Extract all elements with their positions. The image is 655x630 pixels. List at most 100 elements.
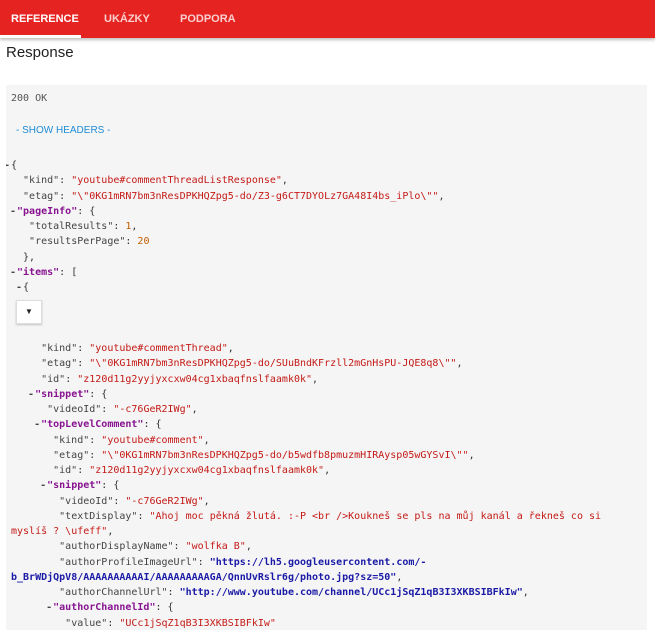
collapse-toggle[interactable]: - (28, 387, 34, 402)
code-line: "authorDisplayName": "wolfka B", (6, 539, 647, 554)
json-string: "youtube#commentThread" (89, 343, 227, 354)
collapse-toggle[interactable]: - (46, 600, 52, 615)
tab-podpora[interactable]: PODPORA (180, 0, 236, 38)
code-line-content: myslíš ? \ufeff", (11, 524, 113, 539)
code-line-content: "authorProfileImageUrl": "https://lh5.go… (59, 555, 426, 570)
status-code: 200 OK (11, 93, 47, 104)
code-line: -{ (6, 280, 647, 295)
code-line-content: "authorChannelId": { (53, 600, 173, 615)
json-key: "resultsPerPage" (29, 236, 125, 247)
code-line: "totalResults": 1, (6, 219, 647, 234)
json-punct: , (469, 450, 475, 461)
json-punct: , (131, 221, 137, 232)
json-punct: , (396, 572, 402, 583)
code-line: -"authorChannelId": { (6, 600, 647, 615)
json-key: "videoId" (59, 496, 113, 507)
json-string: "\"0KG1mRN7bm3nResDPKHQZpg5-do/SUuBndKFr… (89, 358, 456, 369)
code-line: myslíš ? \ufeff", (6, 524, 647, 539)
json-punct: : { (89, 389, 107, 400)
json-url-link[interactable]: b_BrWDjQpV8/AAAAAAAAAAI/AAAAAAAAAGA/QnnU… (11, 572, 396, 583)
collapse-toggle[interactable]: - (10, 265, 16, 280)
json-number: 20 (137, 236, 149, 247)
code-line: -"snippet": { (6, 387, 647, 402)
code-line-content: }, (23, 250, 35, 265)
json-punct: : { (155, 602, 173, 613)
json-string: "z120d11g2yyjyxcxw04cg1xbaqfnslfaamk0k" (77, 374, 312, 385)
json-url-link[interactable]: "http://www.youtube.com/channel/UCc1jSqZ… (180, 587, 523, 598)
json-punct: : (65, 374, 77, 385)
collapse-toggle[interactable]: - (34, 417, 40, 432)
json-punct: { (11, 160, 17, 171)
code-line-content: "id": "z120d11g2yyjyxcxw04cg1xbaqfnslfaa… (41, 372, 318, 387)
json-punct: , (204, 435, 210, 446)
code-line-content: "topLevelComment": { (41, 417, 161, 432)
json-key: "pageInfo" (17, 206, 77, 217)
json-punct: : (174, 541, 186, 552)
show-headers-link[interactable]: - SHOW HEADERS - (16, 125, 110, 136)
code-line: "id": "z120d11g2yyjyxcxw04cg1xbaqfnslfaa… (6, 372, 647, 387)
json-key: "authorChannelUrl" (59, 587, 167, 598)
code-line: "etag": "\"0KG1mRN7bm3nResDPKHQZpg5-do/b… (6, 448, 647, 463)
collapse-toggle[interactable]: - (16, 280, 22, 295)
code-line: -"pageInfo": { (6, 204, 647, 219)
code-line: -"items": [ (6, 265, 647, 280)
code-line-content: "etag": "\"0KG1mRN7bm3nResDPKHQZpg5-do/Z… (23, 189, 444, 204)
json-url-link[interactable]: "https://lh5.googleusercontent.com/- (210, 557, 427, 568)
json-string: "Ahoj moc pěkná žlutá. :-P <br />Koukneš… (149, 511, 601, 522)
tab-reference[interactable]: REFERENCE (11, 0, 79, 38)
json-punct: : (89, 450, 101, 461)
json-key: "etag" (53, 450, 89, 461)
active-tab-indicator (0, 35, 81, 38)
json-punct: , (324, 465, 330, 476)
code-line: "kind": "youtube#commentThreadListRespon… (6, 173, 647, 188)
json-punct: { (23, 282, 29, 293)
json-key: "value" (65, 618, 107, 629)
code-line-content: "videoId": "-c76GeR2IWg", (59, 494, 210, 509)
json-punct: : [ (59, 267, 77, 278)
json-punct: , (192, 404, 198, 415)
json-punct: , (438, 191, 444, 202)
code-line-content: { (11, 158, 17, 173)
collapse-toggle[interactable]: - (10, 204, 16, 219)
json-punct: , (523, 587, 529, 598)
json-key: "kind" (53, 435, 89, 446)
code-line: "videoId": "-c76GeR2IWg", (6, 402, 647, 417)
collapse-toggle[interactable]: - (40, 478, 46, 493)
json-string: "\"0KG1mRN7bm3nResDPKHQZpg5-do/b5wdfb8pm… (101, 450, 468, 461)
json-key: "authorDisplayName" (59, 541, 173, 552)
code-line-content: "totalResults": 1, (29, 219, 137, 234)
json-punct: }, (23, 252, 35, 263)
code-line (6, 326, 647, 341)
json-punct: , (107, 526, 113, 537)
code-line: "resultsPerPage": 20 (6, 234, 647, 249)
code-line: b_BrWDjQpV8/AAAAAAAAAAI/AAAAAAAAAGA/QnnU… (6, 570, 647, 585)
collapse-toggle[interactable]: - (6, 158, 10, 173)
code-line-content: "videoId": "-c76GeR2IWg", (47, 402, 198, 417)
json-punct: : (77, 465, 89, 476)
code-line: "value": "UCc1jSqZ1qB3I3XKBSIBFkIw" (6, 616, 647, 630)
json-string: "wolfka B" (186, 541, 246, 552)
json-key: "totalResults" (29, 221, 113, 232)
dropdown-button[interactable]: ▼ (16, 300, 42, 324)
code-line-content: "authorChannelUrl": "http://www.youtube.… (59, 585, 529, 600)
json-key: "etag" (23, 191, 59, 202)
json-punct: : (89, 435, 101, 446)
json-punct: : (59, 175, 71, 186)
json-string: myslíš ? \ufeff" (11, 526, 107, 537)
tab-ukazky[interactable]: UKÁZKY (104, 0, 150, 38)
code-line (6, 295, 647, 310)
json-string: "\"0KG1mRN7bm3nResDPKHQZpg5-do/Z3-g6CT7D… (71, 191, 438, 202)
code-line: "authorProfileImageUrl": "https://lh5.go… (6, 555, 647, 570)
json-key: "authorChannelId" (53, 602, 155, 613)
json-punct: : (59, 191, 71, 202)
code-line: -"snippet": { (6, 478, 647, 493)
json-punct: : { (77, 206, 95, 217)
json-key: "etag" (41, 358, 77, 369)
json-key: "id" (41, 374, 65, 385)
json-punct: , (228, 343, 234, 354)
json-key: "textDisplay" (59, 511, 137, 522)
code-line-content: "kind": "youtube#commentThread", (41, 341, 234, 356)
json-key: "videoId" (47, 404, 101, 415)
json-punct: : { (143, 419, 161, 430)
code-line-content: "etag": "\"0KG1mRN7bm3nResDPKHQZpg5-do/S… (41, 356, 462, 371)
